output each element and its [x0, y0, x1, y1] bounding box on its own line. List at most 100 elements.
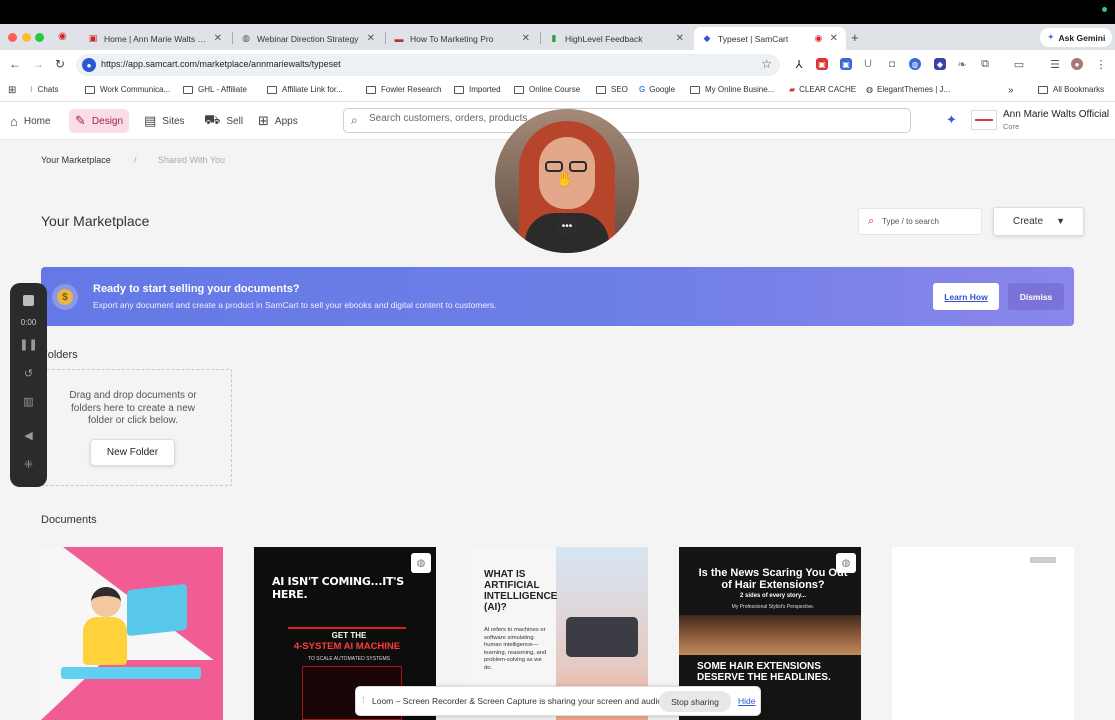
stop-sharing-button[interactable]: Stop sharing [659, 691, 731, 712]
all-bookmarks[interactable]: All Bookmarks [1038, 85, 1104, 94]
window-maximize-icon[interactable] [35, 33, 44, 42]
bookmark-star-icon[interactable]: ☆ [761, 57, 772, 71]
close-icon[interactable]: ✕ [522, 33, 530, 44]
reload-icon[interactable]: ↻ [55, 57, 65, 71]
tab-home-ann-marie[interactable]: ▣ Home | Ann Marie Walts Mark ✕ [80, 27, 230, 50]
site-info-icon[interactable]: ● [82, 58, 96, 72]
bookmark-clear-cache[interactable]: ▰ CLEAR CACHE [789, 85, 856, 94]
tab-how-to-marketing[interactable]: ▬ How To Marketing Pro ✕ [386, 27, 538, 50]
account-name[interactable]: Ann Marie Walts Official [1003, 109, 1109, 120]
restart-icon[interactable]: ↺ [10, 367, 47, 380]
window-close-icon[interactable] [8, 33, 17, 42]
cast-icon[interactable]: ▭ [1013, 58, 1025, 71]
apps-grid-icon[interactable]: ⊞ [8, 85, 16, 96]
tab-highlevel-feedback[interactable]: ▮ HighLevel Feedback ✕ [541, 27, 692, 50]
nav-design[interactable]: ✎ Design [69, 109, 130, 133]
tab-webinar-direction[interactable]: ◍ Webinar Direction Strategy ✕ [233, 27, 383, 50]
person-head-illustration [91, 587, 121, 617]
close-icon[interactable]: ✕ [676, 33, 684, 44]
extension-blue-icon[interactable]: ▣ [840, 58, 852, 70]
banner-subtitle: Export any document and create a product… [93, 300, 497, 310]
reading-list-icon[interactable]: ☰ [1049, 58, 1061, 71]
extension-person-icon[interactable]: ⅄ [793, 58, 805, 71]
bookmark-label: Fowler Research [381, 85, 442, 94]
globe-icon[interactable]: ◍ [411, 553, 431, 573]
doc-line: My Professional Stylist's Perspective. [731, 604, 815, 610]
close-icon[interactable]: ✕ [214, 33, 222, 44]
bookmark-label: Chats [37, 85, 59, 94]
close-icon[interactable]: ✕ [367, 33, 375, 44]
extension-red-icon[interactable]: ▣ [816, 58, 828, 70]
doc-line: 4-SYSTEM AI MACHINE [293, 641, 401, 652]
tab-your-marketplace[interactable]: Your Marketplace [41, 155, 111, 165]
new-tab-icon[interactable]: + [851, 30, 859, 45]
extension-badge-icon[interactable]: ◆ [934, 58, 946, 70]
ai-sparkle-icon[interactable]: ✦ [946, 112, 957, 128]
bookmark-ghl-affiliate[interactable]: GHL - Affiliate [183, 85, 247, 94]
loom-record-icon[interactable]: ◉ [58, 31, 67, 42]
drag-handle-icon[interactable]: ⁜ [10, 458, 47, 471]
document-card-illustration[interactable] [41, 547, 223, 720]
page-title: Your Marketplace [41, 213, 150, 229]
microphone-icon[interactable]: ◀ [10, 429, 47, 442]
bookmark-online-course[interactable]: Online Course [514, 85, 580, 94]
forward-arrow-icon[interactable]: → [32, 57, 44, 71]
bookmark-elegantthemes[interactable]: ◍ ElegantThemes | J... [866, 85, 950, 94]
dismiss-button[interactable]: Dismiss [1008, 283, 1064, 310]
flag-icon: ▬ [394, 33, 404, 44]
extension-u-icon[interactable]: U [862, 58, 874, 70]
account-logo[interactable] [971, 110, 997, 130]
bookmark-fowler[interactable]: Fowler Research [366, 85, 441, 94]
doc-logo [1030, 557, 1056, 563]
record-icon: ◉ [814, 33, 823, 43]
hide-link[interactable]: Hide [738, 696, 755, 706]
document-search[interactable]: ⌕ Type / to search [858, 208, 982, 235]
design-pencil-icon: ✎ [75, 113, 86, 128]
document-card-blank[interactable] [892, 547, 1074, 720]
doc-line: TO SCALE AUTOMATED SYSTEMS [308, 656, 390, 662]
back-arrow-icon[interactable]: ← [9, 57, 21, 71]
create-button[interactable]: Create ▼ [993, 207, 1084, 236]
tab-label: HighLevel Feedback [565, 33, 643, 44]
more-bookmarks-icon[interactable]: » [1008, 85, 1014, 96]
drag-grip-icon[interactable]: ⁞ [362, 695, 365, 705]
nav-sell[interactable]: ⛟ Sell [198, 109, 249, 133]
profile-avatar-icon[interactable]: ● [1071, 58, 1083, 70]
nav-home[interactable]: ⌂ Home [4, 109, 57, 133]
nav-apps[interactable]: ⊞ Apps [252, 109, 304, 133]
extension-globe-icon[interactable]: ◍ [909, 58, 921, 70]
bookmark-work[interactable]: Work Communica... [85, 85, 170, 94]
stop-recording-icon[interactable] [23, 295, 34, 306]
new-folder-button[interactable]: New Folder [90, 439, 175, 466]
bookmark-chats[interactable]: ⁝ Chats [30, 85, 58, 94]
doc-line: GET THE [331, 631, 367, 640]
address-bar[interactable]: ● https://app.samcart.com/marketplace/an… [76, 54, 780, 76]
bookmark-my-online-business[interactable]: My Online Busine... [690, 85, 774, 94]
bookmark-seo[interactable]: SEO [596, 85, 628, 94]
tab-typeset-samcart[interactable]: ◆ Typeset | SamCart ◉ ✕ [694, 27, 846, 50]
bookmark-imported[interactable]: Imported [454, 85, 501, 94]
browser-menu-icon[interactable]: ⋮ [1095, 58, 1107, 71]
extension-leaf-icon[interactable]: ❧ [956, 58, 968, 71]
bookmark-label: CLEAR CACHE [799, 85, 857, 94]
browser-tab-strip: ◉ ▣ Home | Ann Marie Walts Mark ✕ ◍ Webi… [0, 24, 1115, 50]
trash-icon[interactable]: ▥ [10, 395, 47, 408]
bookmark-label: Work Communica... [100, 85, 171, 94]
nav-sites[interactable]: ▤ Sites [138, 109, 191, 133]
breadcrumb-separator: / [134, 155, 137, 165]
window-minimize-icon[interactable] [22, 33, 31, 42]
bookmark-affiliate-link[interactable]: Affiliate Link for... [267, 85, 343, 94]
bookmark-google[interactable]: G Google [639, 85, 675, 94]
extensions-puzzle-icon[interactable]: ⧉ [979, 58, 991, 70]
tab-shared-with-you[interactable]: Shared With You [158, 155, 225, 165]
ask-gemini-label: Ask Gemini [1058, 32, 1106, 43]
learn-how-button[interactable]: Learn How [933, 283, 999, 310]
close-icon[interactable]: ✕ [830, 33, 838, 44]
more-options-icon[interactable]: ••• [556, 215, 578, 237]
bookmarks-bar: ⊞ ⁝ Chats Work Communica... GHL - Affilia… [0, 80, 1115, 102]
apps-grid-icon: ⊞ [258, 113, 269, 128]
folder-dropzone[interactable]: Drag and drop documents or folders here … [30, 369, 232, 486]
pause-icon[interactable]: ❚❚ [10, 338, 47, 351]
ask-gemini-button[interactable]: ✦ Ask Gemini [1040, 28, 1113, 47]
camera-icon[interactable]: ◘ [886, 58, 898, 70]
